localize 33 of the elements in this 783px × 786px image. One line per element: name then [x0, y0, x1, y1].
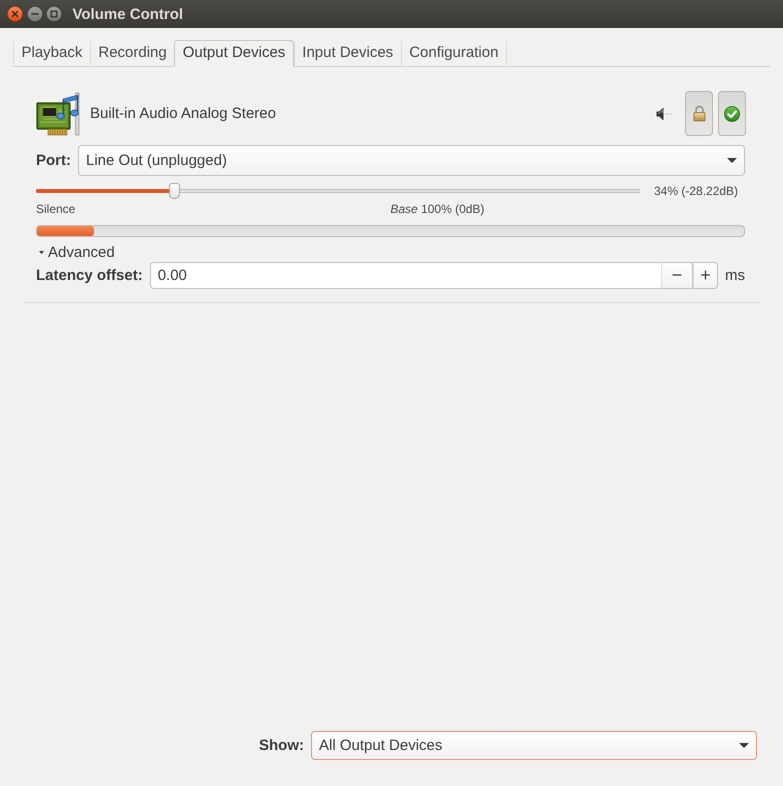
latency-field[interactable]: 0.00 [150, 262, 661, 289]
increment-button[interactable]: + [693, 262, 718, 289]
tab[interactable]: Playback [13, 41, 90, 66]
slider-thumb[interactable] [169, 183, 180, 199]
advanced-expander[interactable]: Advanced [39, 244, 115, 260]
decrement-button[interactable]: − [661, 262, 693, 289]
close-icon[interactable] [7, 6, 23, 22]
mute-button[interactable] [656, 106, 672, 120]
volume-reading: 34% (-28.22dB) [654, 184, 740, 198]
caret-icon [739, 743, 749, 748]
maximize-icon[interactable] [46, 6, 62, 22]
caret-icon [727, 158, 737, 163]
lock-channels-button[interactable] [685, 91, 713, 136]
unit-label: ms [725, 267, 745, 284]
minimize-icon[interactable] [26, 6, 42, 22]
tab[interactable]: Configuration [400, 41, 507, 66]
scale-label: Silence [36, 202, 76, 216]
show-label: Show: [259, 737, 304, 754]
port-dropdown[interactable]: Line Out (unplugged) [78, 145, 745, 176]
window-title: Volume Control [72, 6, 184, 22]
port-label: Port: [36, 152, 71, 169]
device-name: Built-in Audio Analog Stereo [90, 105, 277, 122]
latency-label: Latency offset: [36, 267, 143, 284]
checkmark-icon [724, 106, 740, 122]
caret-icon [39, 250, 44, 254]
scale-label: Base 100% (0dB) [390, 202, 484, 216]
fallback-button[interactable] [718, 91, 746, 136]
padlock-icon [692, 105, 706, 122]
show-dropdown[interactable]: All Output Devices [311, 731, 757, 760]
tab[interactable]: Output Devices [174, 40, 294, 67]
speaker-icon [656, 106, 672, 120]
tab[interactable]: Input Devices [294, 41, 401, 66]
sound-card-icon [36, 92, 82, 136]
